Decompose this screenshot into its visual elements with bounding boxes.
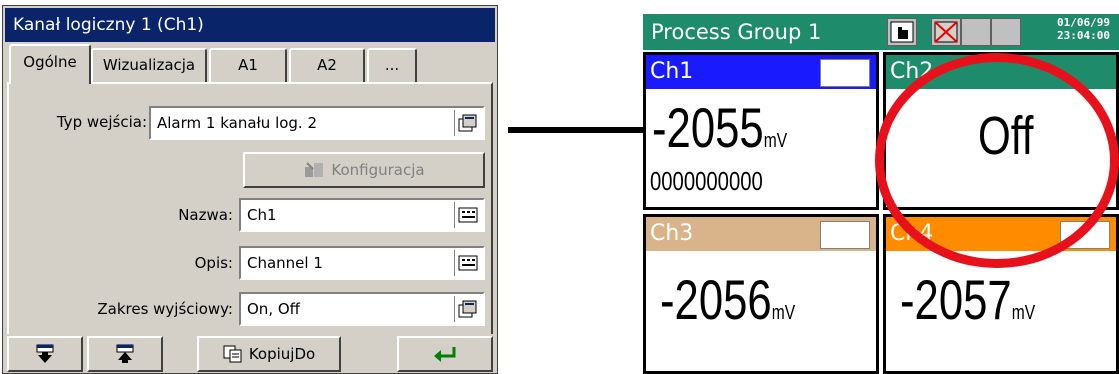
- arrow-down-icon: [36, 344, 54, 363]
- configuration-label: Konfiguracja: [331, 161, 425, 179]
- channel-4-unit: mV: [1011, 302, 1036, 324]
- name-keyboard-button[interactable]: [454, 202, 481, 228]
- channel-3-unit: mV: [771, 302, 796, 324]
- description-value: Channel 1: [247, 254, 323, 272]
- name-field[interactable]: Ch1: [239, 198, 485, 232]
- input-type-value: Alarm 1 kanału log. 2: [157, 114, 318, 132]
- tab-more[interactable]: ...: [367, 48, 417, 82]
- description-field[interactable]: Channel 1: [239, 246, 485, 280]
- enter-icon: [434, 347, 456, 362]
- channel-1-header: Ch1: [646, 55, 876, 89]
- status-slot-icon[interactable]: [991, 18, 1021, 46]
- channel-3-value: -2056: [660, 268, 772, 331]
- copy-icon: [223, 345, 242, 363]
- select-list-icon: [458, 114, 477, 132]
- recorder-date: 01/06/99: [1057, 16, 1110, 29]
- tools-icon: [305, 162, 324, 177]
- select-list-icon: [458, 300, 477, 318]
- channel-3-name: Ch3: [650, 221, 694, 246]
- copy-to-button[interactable]: KopiujDo: [197, 336, 341, 372]
- output-range-value: On, Off: [247, 300, 300, 318]
- output-range-label: Zakres wyjściowy:: [97, 300, 233, 318]
- channel-config-dialog: Kanał logiczny 1 (Ch1) Ogólne Wizualizac…: [2, 5, 498, 374]
- description-label: Opis:: [194, 254, 233, 272]
- tab-visualization[interactable]: Wizualizacja: [91, 48, 207, 82]
- next-channel-button[interactable]: [7, 336, 83, 372]
- channel-4-reading: -2057mV: [900, 269, 1068, 344]
- input-type-select-button[interactable]: [454, 110, 481, 136]
- process-group-header: Process Group 1 01/06/99 23:04:00: [643, 14, 1119, 50]
- output-range-select-button[interactable]: [454, 296, 481, 322]
- dialog-title: Kanał logiczny 1 (Ch1): [5, 8, 495, 42]
- channel-1-extra: 0000000000: [650, 166, 763, 196]
- channel-1-reading: -2055mV: [652, 97, 827, 172]
- highlight-circle: [875, 53, 1119, 268]
- tab-a2[interactable]: A2: [289, 48, 365, 82]
- keyboard-icon: [458, 255, 478, 271]
- channel-1-value: -2055: [652, 96, 764, 159]
- channel-1-name: Ch1: [650, 59, 694, 84]
- name-label: Nazwa:: [178, 206, 233, 224]
- channel-1-panel[interactable]: Ch1 -2055mV 0000000000: [643, 52, 879, 210]
- input-type-label: Typ wejścia:: [56, 113, 147, 131]
- process-group-title: Process Group 1: [651, 20, 822, 44]
- recorder-datetime: 01/06/99 23:04:00: [1057, 16, 1110, 42]
- arrow-up-icon: [116, 344, 134, 363]
- enter-button[interactable]: [397, 336, 493, 372]
- status-slot-icon[interactable]: [961, 18, 991, 46]
- previous-channel-button[interactable]: [87, 336, 163, 372]
- channel-3-header: Ch3: [646, 217, 876, 251]
- recorder-time: 23:04:00: [1057, 29, 1110, 42]
- channel-1-unit: mV: [763, 130, 788, 152]
- name-value: Ch1: [247, 206, 277, 224]
- channel-4-value: -2057: [900, 268, 1012, 331]
- output-range-field[interactable]: On, Off: [239, 292, 485, 326]
- channel-3-reading: -2056mV: [660, 269, 828, 344]
- tab-general[interactable]: Ogólne: [9, 44, 91, 84]
- keyboard-icon: [458, 207, 478, 223]
- tab-a1[interactable]: A1: [209, 48, 287, 82]
- memory-status-icon[interactable]: [931, 18, 961, 46]
- channel-1-status-box: [820, 59, 870, 87]
- description-keyboard-button[interactable]: [454, 250, 481, 276]
- touch-mode-icon[interactable]: [887, 18, 917, 46]
- channel-3-panel[interactable]: Ch3 -2056mV: [643, 214, 879, 374]
- configuration-button[interactable]: Konfiguracja: [243, 152, 485, 188]
- copy-to-label: KopiujDo: [248, 345, 316, 363]
- input-type-field[interactable]: Alarm 1 kanału log. 2: [149, 106, 485, 140]
- channel-3-status-box: [820, 221, 870, 249]
